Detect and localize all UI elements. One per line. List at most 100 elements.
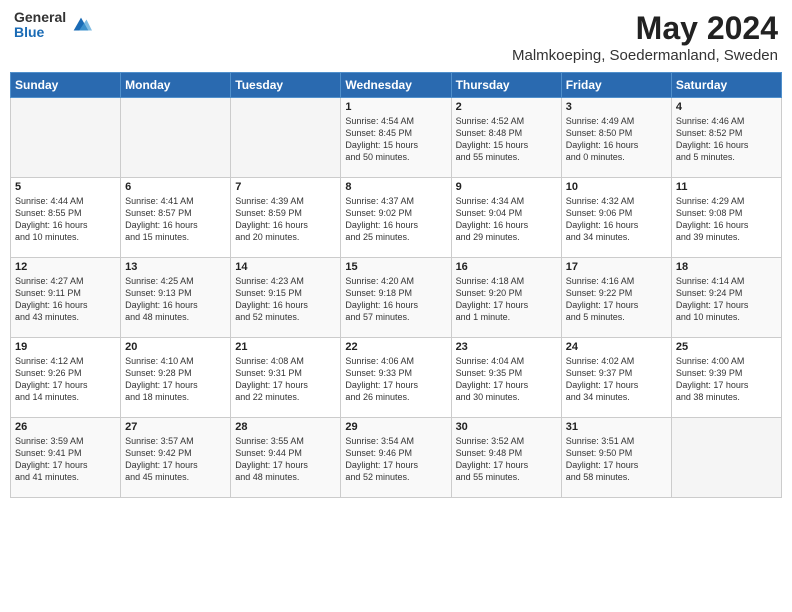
day-number: 29 xyxy=(345,421,446,433)
calendar-cell: 24 Sunrise: 4:02 AM Sunset: 9:37 PM Dayli… xyxy=(561,338,671,418)
calendar-week-row: 26 Sunrise: 3:59 AM Sunset: 9:41 PM Dayli… xyxy=(11,418,782,498)
calendar-cell: 28Sunrise: 3:55 AM Sunset: 9:44 PM Dayli… xyxy=(231,418,341,498)
calendar-cell: 21 Sunrise: 4:08 AM Sunset: 9:31 PM Dayli… xyxy=(231,338,341,418)
calendar-week-row: 5 Sunrise: 4:44 AM Sunset: 8:55 PM Daylig… xyxy=(11,178,782,258)
day-number: 22 xyxy=(345,341,446,353)
calendar-cell: 17 Sunrise: 4:16 AM Sunset: 9:22 PM Dayli… xyxy=(561,258,671,338)
day-number: 1 xyxy=(345,101,446,113)
calendar-cell: 14 Sunrise: 4:23 AM Sunset: 9:15 PM Dayli… xyxy=(231,258,341,338)
day-number: 6 xyxy=(125,181,226,193)
day-number: 20 xyxy=(125,341,226,353)
calendar-cell: 8 Sunrise: 4:37 AM Sunset: 9:02 PM Daylig… xyxy=(341,178,451,258)
day-number: 18 xyxy=(676,261,777,273)
calendar-cell: 11 Sunrise: 4:29 AM Sunset: 9:08 PM Dayli… xyxy=(671,178,781,258)
day-number: 4 xyxy=(676,101,777,113)
cell-info: Sunrise: 4:41 AM Sunset: 8:57 PM Dayligh… xyxy=(125,195,226,244)
logo-blue: Blue xyxy=(14,25,66,40)
cell-info: Sunrise: 3:51 AM Sunset: 9:50 PM Dayligh… xyxy=(566,435,667,484)
cell-info: Sunrise: 3:59 AM Sunset: 9:41 PM Dayligh… xyxy=(15,435,116,484)
day-number: 30 xyxy=(456,421,557,433)
calendar-cell: 5 Sunrise: 4:44 AM Sunset: 8:55 PM Daylig… xyxy=(11,178,121,258)
calendar-cell: 3Sunrise: 4:49 AM Sunset: 8:50 PM Daylig… xyxy=(561,98,671,178)
calendar-cell: 15Sunrise: 4:20 AM Sunset: 9:18 PM Dayli… xyxy=(341,258,451,338)
cell-info: Sunrise: 4:49 AM Sunset: 8:50 PM Dayligh… xyxy=(566,115,667,164)
day-of-week-sunday: Sunday xyxy=(11,73,121,98)
day-number: 21 xyxy=(235,341,336,353)
calendar-cell: 25 Sunrise: 4:00 AM Sunset: 9:39 PM Dayli… xyxy=(671,338,781,418)
cell-info: Sunrise: 4:32 AM Sunset: 9:06 PM Dayligh… xyxy=(566,195,667,244)
logo: General Blue xyxy=(14,10,92,41)
day-number: 7 xyxy=(235,181,336,193)
day-number: 12 xyxy=(15,261,116,273)
cell-info: Sunrise: 4:29 AM Sunset: 9:08 PM Dayligh… xyxy=(676,195,777,244)
cell-info: Sunrise: 4:52 AM Sunset: 8:48 PM Dayligh… xyxy=(456,115,557,164)
calendar-cell: 27Sunrise: 3:57 AM Sunset: 9:42 PM Dayli… xyxy=(121,418,231,498)
cell-info: Sunrise: 4:23 AM Sunset: 9:15 PM Dayligh… xyxy=(235,275,336,324)
day-number: 2 xyxy=(456,101,557,113)
day-number: 17 xyxy=(566,261,667,273)
cell-info: Sunrise: 4:10 AM Sunset: 9:28 PM Dayligh… xyxy=(125,355,226,404)
calendar-cell: 9Sunrise: 4:34 AM Sunset: 9:04 PM Daylig… xyxy=(451,178,561,258)
day-number: 9 xyxy=(456,181,557,193)
cell-info: Sunrise: 4:54 AM Sunset: 8:45 PM Dayligh… xyxy=(345,115,446,164)
logo-icon xyxy=(70,14,92,36)
day-number: 25 xyxy=(676,341,777,353)
calendar-cell: 12 Sunrise: 4:27 AM Sunset: 9:11 PM Dayli… xyxy=(11,258,121,338)
day-number: 10 xyxy=(566,181,667,193)
calendar-cell: 26 Sunrise: 3:59 AM Sunset: 9:41 PM Dayli… xyxy=(11,418,121,498)
calendar-cell: 29 Sunrise: 3:54 AM Sunset: 9:46 PM Dayli… xyxy=(341,418,451,498)
cell-info: Sunrise: 3:52 AM Sunset: 9:48 PM Dayligh… xyxy=(456,435,557,484)
calendar-cell: 7 Sunrise: 4:39 AM Sunset: 8:59 PM Daylig… xyxy=(231,178,341,258)
calendar-cell xyxy=(11,98,121,178)
day-of-week-friday: Friday xyxy=(561,73,671,98)
day-number: 16 xyxy=(456,261,557,273)
location: Malmkoeping, Soedermanland, Sweden xyxy=(512,47,778,64)
day-number: 26 xyxy=(15,421,116,433)
day-number: 24 xyxy=(566,341,667,353)
day-number: 19 xyxy=(15,341,116,353)
cell-info: Sunrise: 4:44 AM Sunset: 8:55 PM Dayligh… xyxy=(15,195,116,244)
cell-info: Sunrise: 4:04 AM Sunset: 9:35 PM Dayligh… xyxy=(456,355,557,404)
calendar-cell xyxy=(231,98,341,178)
calendar-cell xyxy=(671,418,781,498)
day-number: 14 xyxy=(235,261,336,273)
cell-info: Sunrise: 4:46 AM Sunset: 8:52 PM Dayligh… xyxy=(676,115,777,164)
day-number: 5 xyxy=(15,181,116,193)
cell-info: Sunrise: 4:02 AM Sunset: 9:37 PM Dayligh… xyxy=(566,355,667,404)
day-number: 23 xyxy=(456,341,557,353)
month-title: May 2024 xyxy=(512,10,778,47)
day-of-week-tuesday: Tuesday xyxy=(231,73,341,98)
day-number: 27 xyxy=(125,421,226,433)
calendar-header-row: SundayMondayTuesdayWednesdayThursdayFrid… xyxy=(11,73,782,98)
calendar-cell: 13 Sunrise: 4:25 AM Sunset: 9:13 PM Dayli… xyxy=(121,258,231,338)
day-number: 13 xyxy=(125,261,226,273)
calendar-cell: 31Sunrise: 3:51 AM Sunset: 9:50 PM Dayli… xyxy=(561,418,671,498)
calendar-cell: 19Sunrise: 4:12 AM Sunset: 9:26 PM Dayli… xyxy=(11,338,121,418)
cell-info: Sunrise: 4:06 AM Sunset: 9:33 PM Dayligh… xyxy=(345,355,446,404)
cell-info: Sunrise: 4:39 AM Sunset: 8:59 PM Dayligh… xyxy=(235,195,336,244)
day-number: 11 xyxy=(676,181,777,193)
logo-text: General Blue xyxy=(14,10,66,41)
calendar-cell: 16Sunrise: 4:18 AM Sunset: 9:20 PM Dayli… xyxy=(451,258,561,338)
calendar-week-row: 1 Sunrise: 4:54 AM Sunset: 8:45 PM Daylig… xyxy=(11,98,782,178)
cell-info: Sunrise: 4:00 AM Sunset: 9:39 PM Dayligh… xyxy=(676,355,777,404)
cell-info: Sunrise: 4:37 AM Sunset: 9:02 PM Dayligh… xyxy=(345,195,446,244)
calendar-cell xyxy=(121,98,231,178)
title-block: May 2024 Malmkoeping, Soedermanland, Swe… xyxy=(512,10,778,64)
calendar-cell: 22 Sunrise: 4:06 AM Sunset: 9:33 PM Dayli… xyxy=(341,338,451,418)
cell-info: Sunrise: 4:20 AM Sunset: 9:18 PM Dayligh… xyxy=(345,275,446,324)
calendar-cell: 20 Sunrise: 4:10 AM Sunset: 9:28 PM Dayli… xyxy=(121,338,231,418)
cell-info: Sunrise: 4:08 AM Sunset: 9:31 PM Dayligh… xyxy=(235,355,336,404)
cell-info: Sunrise: 3:54 AM Sunset: 9:46 PM Dayligh… xyxy=(345,435,446,484)
day-of-week-wednesday: Wednesday xyxy=(341,73,451,98)
calendar-week-row: 12 Sunrise: 4:27 AM Sunset: 9:11 PM Dayli… xyxy=(11,258,782,338)
calendar-cell: 1 Sunrise: 4:54 AM Sunset: 8:45 PM Daylig… xyxy=(341,98,451,178)
cell-info: Sunrise: 4:27 AM Sunset: 9:11 PM Dayligh… xyxy=(15,275,116,324)
cell-info: Sunrise: 3:55 AM Sunset: 9:44 PM Dayligh… xyxy=(235,435,336,484)
calendar-cell: 10 Sunrise: 4:32 AM Sunset: 9:06 PM Dayli… xyxy=(561,178,671,258)
cell-info: Sunrise: 4:16 AM Sunset: 9:22 PM Dayligh… xyxy=(566,275,667,324)
day-number: 8 xyxy=(345,181,446,193)
cell-info: Sunrise: 4:25 AM Sunset: 9:13 PM Dayligh… xyxy=(125,275,226,324)
calendar-cell: 18Sunrise: 4:14 AM Sunset: 9:24 PM Dayli… xyxy=(671,258,781,338)
day-of-week-saturday: Saturday xyxy=(671,73,781,98)
